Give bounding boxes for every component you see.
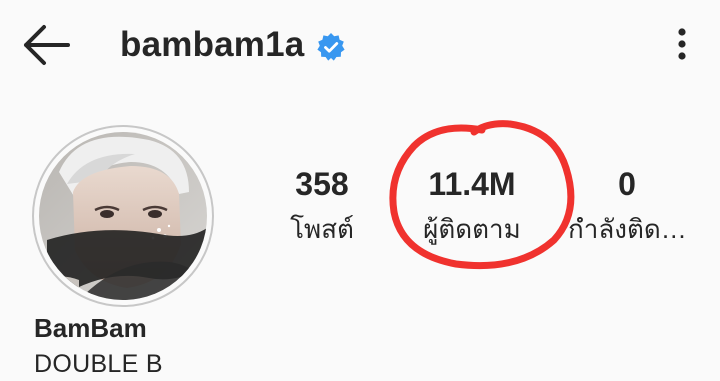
- profile-header: bambam1a: [0, 0, 720, 90]
- back-arrow-icon: [24, 25, 70, 65]
- followers-count: 11.4M: [428, 166, 516, 202]
- following-label: กำลังติดตาม: [568, 214, 692, 244]
- verified-badge-icon: [317, 33, 346, 61]
- back-button[interactable]: [18, 20, 74, 70]
- posts-label: โพสต์: [290, 214, 354, 244]
- followers-stat[interactable]: 11.4M ผู้ติดตาม: [394, 162, 550, 252]
- username-title: bambam1a: [120, 20, 346, 70]
- posts-stat[interactable]: 358 โพสต์: [270, 162, 374, 252]
- more-options-icon: [678, 28, 686, 60]
- avatar[interactable]: [39, 132, 207, 300]
- username: bambam1a: [120, 25, 305, 64]
- more-options-button[interactable]: [664, 22, 700, 70]
- posts-count: 358: [295, 166, 349, 202]
- bio-text: DOUBLE B: [34, 350, 163, 378]
- following-count: 0: [618, 166, 636, 202]
- display-name: BamBam: [34, 313, 147, 343]
- followers-label: ผู้ติดตาม: [423, 214, 521, 244]
- profile-photo: [39, 132, 207, 300]
- following-stat[interactable]: 0 กำลังติดตาม: [562, 162, 692, 252]
